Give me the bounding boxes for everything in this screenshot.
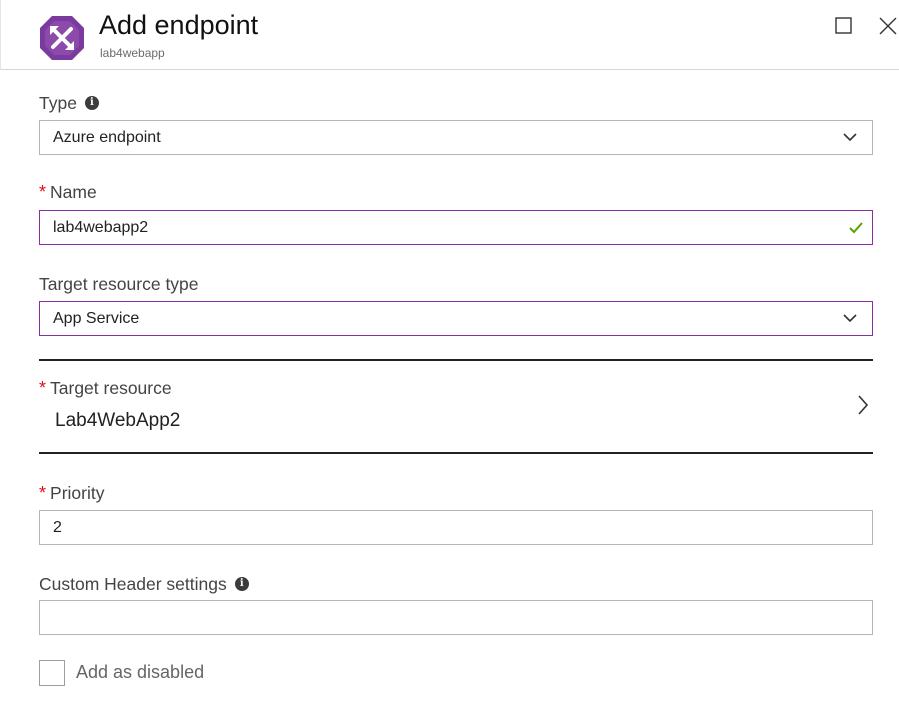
- info-icon[interactable]: i: [234, 577, 249, 591]
- page-title: Add endpoint: [99, 10, 259, 40]
- add-as-disabled-label[interactable]: Add as disabled: [76, 662, 204, 683]
- priority-label-text: Priority: [50, 483, 105, 503]
- target-resource-selector[interactable]: * Target resource Lab4WebApp2: [39, 362, 873, 452]
- target-resource-label-text: Target resource: [50, 378, 172, 398]
- divider: [39, 359, 873, 361]
- target-resource-label: * Target resource: [39, 378, 172, 399]
- target-resource-type-value: App Service: [53, 309, 140, 327]
- chevron-right-icon: [858, 395, 869, 415]
- type-label: Type i: [39, 92, 99, 114]
- name-label-text: Name: [50, 182, 97, 202]
- custom-header-input[interactable]: [39, 600, 873, 635]
- chevron-down-icon: [843, 133, 857, 142]
- required-asterisk: *: [39, 483, 47, 503]
- target-resource-type-dropdown[interactable]: App Service: [39, 301, 873, 336]
- maximize-icon[interactable]: [832, 14, 856, 38]
- name-value: lab4webapp2: [53, 218, 149, 236]
- name-input[interactable]: lab4webapp2: [39, 210, 873, 245]
- type-label-text: Type: [39, 93, 77, 113]
- priority-value: 2: [53, 518, 62, 536]
- target-resource-type-label: Target resource type: [39, 273, 199, 295]
- target-resource-type-label-text: Target resource type: [39, 274, 199, 294]
- priority-input[interactable]: 2: [39, 510, 873, 545]
- divider: [39, 452, 873, 454]
- chevron-down-icon: [843, 314, 857, 323]
- required-asterisk: *: [39, 378, 47, 398]
- info-icon[interactable]: i: [84, 96, 99, 110]
- type-dropdown[interactable]: Azure endpoint: [39, 120, 873, 155]
- custom-header-label: Custom Header settings i: [39, 573, 249, 595]
- traffic-manager-icon: [40, 16, 84, 60]
- custom-header-label-text: Custom Header settings: [39, 574, 227, 594]
- type-value: Azure endpoint: [53, 128, 161, 146]
- page-subtitle: lab4webapp: [100, 46, 165, 60]
- blade-header: Add endpoint lab4webapp: [0, 0, 899, 70]
- close-icon[interactable]: [876, 14, 899, 38]
- required-asterisk: *: [39, 182, 47, 202]
- add-as-disabled-checkbox[interactable]: [39, 660, 65, 686]
- priority-label: * Priority: [39, 482, 104, 504]
- target-resource-value: Lab4WebApp2: [55, 410, 181, 431]
- name-label: * Name: [39, 181, 97, 203]
- checkmark-icon: [849, 222, 863, 234]
